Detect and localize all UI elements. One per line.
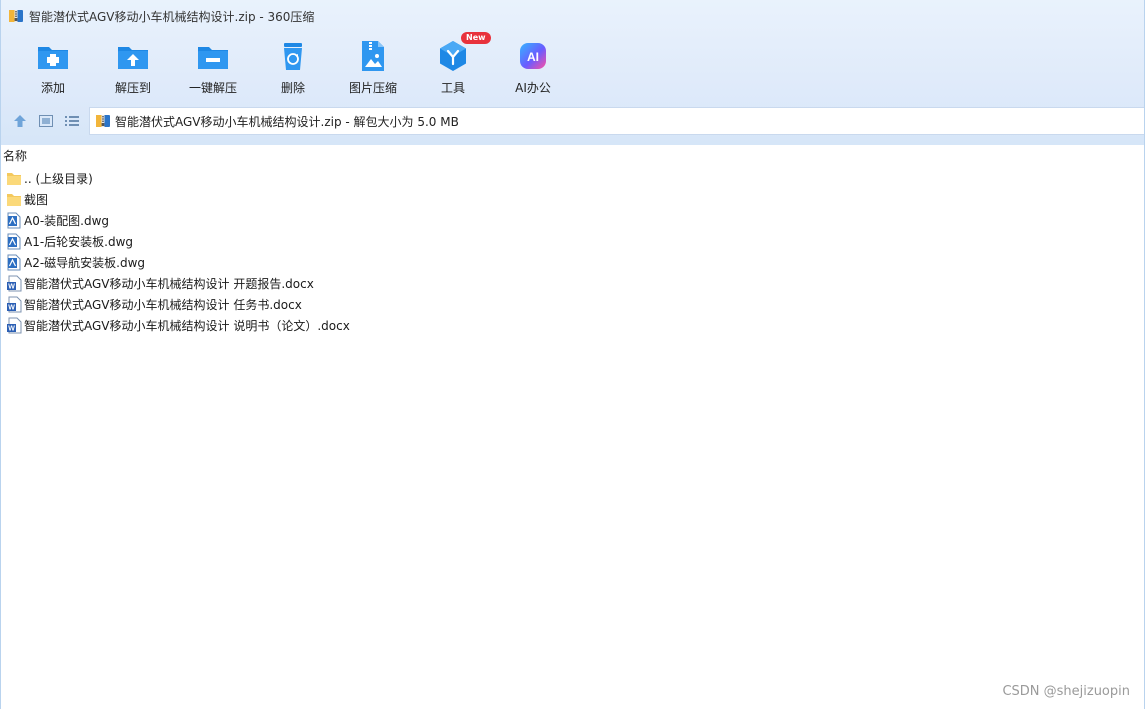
word-doc-icon: W	[7, 275, 22, 292]
app-window: 智能潜伏式AGV移动小车机械结构设计.zip - 360压缩 添加 解压到 一键…	[0, 0, 1145, 709]
file-name: 智能潜伏式AGV移动小车机械结构设计 任务书.docx	[24, 298, 302, 312]
image-compress-button[interactable]: 图片压缩	[333, 36, 413, 100]
file-name: 截图	[24, 193, 49, 207]
tools-cube-icon	[440, 41, 466, 71]
list-item-file[interactable]: W 智能潜伏式AGV移动小车机械结构设计 说明书（论文）.docx	[1, 315, 1144, 336]
file-name: 智能潜伏式AGV移动小车机械结构设计 说明书（论文）.docx	[24, 319, 350, 333]
name-column-label: 名称	[3, 148, 28, 163]
delete-label: 删除	[280, 81, 305, 95]
address-text: 智能潜伏式AGV移动小车机械结构设计.zip - 解包大小为 5.0 MB	[115, 114, 459, 129]
add-label: 添加	[40, 81, 65, 95]
svg-text:W: W	[8, 305, 15, 312]
file-name: A0-装配图.dwg	[24, 214, 110, 228]
quick-extract-label: 一键解压	[188, 81, 237, 95]
word-doc-icon: W	[7, 296, 22, 313]
new-badge: New	[461, 32, 491, 44]
tools-button[interactable]: New 工具	[413, 32, 493, 100]
zip-archive-icon	[9, 10, 23, 22]
list-item-file[interactable]: A2-磁导航安装板.dwg	[1, 252, 1144, 273]
image-compress-icon	[362, 41, 384, 71]
folder-extract-icon	[118, 47, 148, 69]
list-item-file[interactable]: W 智能潜伏式AGV移动小车机械结构设计 开题报告.docx	[1, 273, 1144, 294]
go-up-button[interactable]	[7, 106, 33, 136]
thumbnail-view-button[interactable]	[33, 106, 59, 136]
list-view-button[interactable]	[59, 106, 85, 136]
delete-button[interactable]: 删除	[253, 36, 333, 100]
svg-text:AI: AI	[527, 50, 539, 64]
quick-extract-button[interactable]: 一键解压	[173, 36, 253, 100]
navigation-bar: 智能潜伏式AGV移动小车机械结构设计.zip - 解包大小为 5.0 MB	[1, 106, 1144, 136]
extract-to-label: 解压到	[114, 81, 151, 95]
watermark: CSDN @shejizuopin	[1002, 684, 1130, 699]
dwg-file-icon	[7, 254, 21, 271]
title-bar: 智能潜伏式AGV移动小车机械结构设计.zip - 360压缩	[1, 0, 1144, 32]
svg-text:W: W	[8, 326, 15, 333]
folder-quick-extract-icon	[198, 47, 228, 69]
add-button[interactable]: 添加	[13, 36, 93, 100]
image-compress-label: 图片压缩	[348, 81, 397, 95]
folder-icon	[7, 173, 21, 185]
file-name: .. (上级目录)	[24, 172, 93, 186]
list-item-file[interactable]: W 智能潜伏式AGV移动小车机械结构设计 任务书.docx	[1, 294, 1144, 315]
arrow-up-icon	[14, 115, 26, 127]
dwg-file-icon	[7, 212, 21, 229]
file-list: .. (上级目录) 截图 A0-装配图.dwg A1-后轮安装板.dwg A2-…	[1, 168, 1144, 336]
list-item-parent-dir[interactable]: .. (上级目录)	[1, 168, 1144, 189]
thumbnail-view-icon	[39, 115, 53, 127]
list-item-file[interactable]: A0-装配图.dwg	[1, 210, 1144, 231]
list-view-icon	[65, 116, 79, 126]
tools-label: 工具	[440, 81, 465, 95]
file-name: 智能潜伏式AGV移动小车机械结构设计 开题报告.docx	[24, 277, 314, 291]
main-toolbar: 添加 解压到 一键解压 删除 图片压缩 New 工具 AI AI办公	[13, 32, 573, 100]
folder-icon	[7, 194, 21, 206]
file-name: A1-后轮安装板.dwg	[24, 235, 134, 249]
extract-to-button[interactable]: 解压到	[93, 36, 173, 100]
list-item-file[interactable]: A1-后轮安装板.dwg	[1, 231, 1144, 252]
window-title: 智能潜伏式AGV移动小车机械结构设计.zip - 360压缩	[29, 9, 315, 24]
ai-office-button[interactable]: AI AI办公	[493, 36, 573, 100]
folder-add-icon	[38, 47, 68, 69]
list-item-folder[interactable]: 截图	[1, 189, 1144, 210]
top-chrome: 智能潜伏式AGV移动小车机械结构设计.zip - 360压缩 添加 解压到 一键…	[1, 0, 1144, 145]
dwg-file-icon	[7, 233, 21, 250]
file-name: A2-磁导航安装板.dwg	[24, 256, 146, 270]
ai-office-label: AI办公	[515, 81, 551, 95]
recycle-bin-icon	[284, 43, 302, 70]
word-doc-icon: W	[7, 317, 22, 334]
zip-archive-icon	[96, 115, 110, 127]
name-column-header[interactable]: 名称	[1, 145, 1144, 165]
svg-text:W: W	[8, 284, 15, 291]
address-bar[interactable]: 智能潜伏式AGV移动小车机械结构设计.zip - 解包大小为 5.0 MB	[89, 107, 1144, 135]
ai-office-icon: AI	[520, 43, 546, 69]
